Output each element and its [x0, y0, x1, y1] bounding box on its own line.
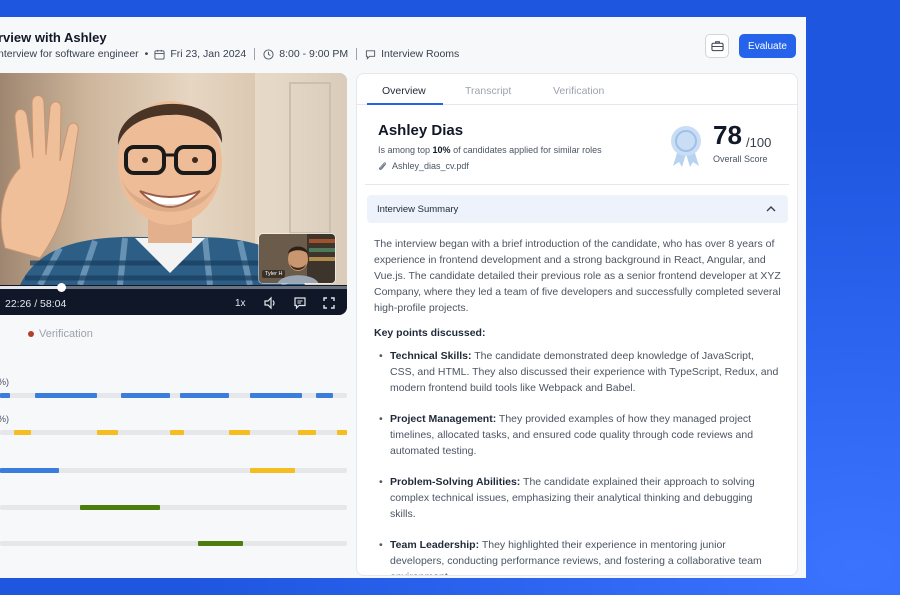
interview-location: Interview Rooms — [381, 48, 460, 60]
bullet: • — [379, 350, 383, 362]
timeline-segment[interactable] — [249, 468, 295, 473]
ranking-suffix: of candidates applied for similar roles — [450, 145, 602, 155]
key-points-title: Key points discussed: — [374, 327, 486, 339]
timeline-row-label: %) — [0, 377, 9, 387]
overall-score-label: Overall Score — [713, 154, 768, 164]
video-progress-bar[interactable] — [0, 283, 347, 292]
key-point-title: Team Leadership: — [390, 539, 480, 551]
video-time: 22:26 / 58:04 — [5, 298, 67, 310]
timeline-track[interactable] — [0, 430, 347, 435]
timeline-segment[interactable] — [97, 430, 118, 435]
self-view-pip[interactable]: Tyler H — [258, 233, 336, 284]
key-point-title: Problem-Solving Abilities: — [390, 476, 521, 488]
overall-score-value: 78 — [713, 120, 742, 150]
chevron-up-icon[interactable] — [764, 202, 778, 216]
timeline-segment[interactable] — [298, 430, 316, 435]
panel-tabs: Overview Transcript Verification — [357, 74, 797, 105]
candidate-name: Ashley Dias — [378, 122, 464, 139]
timeline-segment[interactable] — [197, 541, 243, 546]
meta-separator — [356, 48, 358, 60]
cv-filename: Ashley_dias_cv.pdf — [392, 161, 469, 171]
timeline-track[interactable] — [0, 541, 347, 546]
active-tab-indicator — [367, 103, 443, 105]
timeline-legend-verification: Verification — [28, 328, 93, 340]
legend-label: Verification — [39, 328, 93, 340]
clock-icon — [263, 48, 274, 60]
timeline-track[interactable] — [0, 393, 347, 398]
timeline-segment[interactable] — [249, 393, 302, 398]
playback-speed-button[interactable]: 1x — [235, 298, 246, 309]
key-point-title: Project Management: — [390, 413, 497, 425]
summary-title: Interview Summary — [377, 204, 459, 215]
timeline-segment[interactable] — [79, 505, 160, 510]
details-panel: Overview Transcript Verification Ashley … — [356, 73, 798, 576]
interview-summary-header[interactable]: Interview Summary — [367, 195, 788, 223]
pip-name-label: Tyler H — [262, 270, 286, 278]
candidate-ranking: Is among top 10% of candidates applied f… — [378, 145, 602, 155]
legend-dot — [28, 331, 34, 337]
ranking-percent: 10% — [432, 145, 451, 155]
timeline-segment[interactable] — [336, 430, 347, 435]
timeline-segment[interactable] — [229, 430, 250, 435]
fullscreen-icon[interactable] — [322, 296, 336, 310]
briefcase-button[interactable] — [705, 34, 729, 58]
meta-separator — [254, 48, 256, 60]
video-progress-fill — [0, 286, 62, 289]
tab-overview[interactable]: Overview — [382, 85, 426, 97]
app-window: rview with Ashley nterview for software … — [0, 17, 806, 578]
bullet: • — [379, 539, 383, 551]
interview-meta: nterview for software engineer • Fri 23,… — [0, 48, 459, 60]
overall-score-max: /100 — [746, 135, 772, 150]
chat-bubble-icon — [366, 49, 376, 60]
page-header: rview with Ashley nterview for software … — [0, 17, 806, 73]
meta-dot: • — [144, 48, 149, 60]
bullet: • — [379, 476, 383, 488]
timeline-segment[interactable] — [170, 430, 184, 435]
timeline-segment[interactable] — [0, 468, 59, 473]
key-point-title: Technical Skills: — [390, 350, 472, 362]
timeline-segment[interactable] — [315, 393, 334, 398]
volume-icon[interactable] — [263, 296, 277, 310]
tab-transcript[interactable]: Transcript — [465, 85, 511, 97]
captions-icon[interactable] — [293, 296, 307, 310]
bullet: • — [379, 413, 383, 425]
paperclip-icon — [378, 162, 387, 170]
timeline-segment[interactable] — [13, 430, 32, 435]
candidate-cv-link[interactable]: Ashley_dias_cv.pdf — [378, 161, 469, 171]
timeline-segment[interactable] — [0, 393, 11, 398]
timeline-segment[interactable] — [34, 393, 98, 398]
ranking-prefix: Is among top — [378, 145, 433, 155]
calendar-icon — [154, 49, 165, 60]
tab-verification[interactable]: Verification — [553, 85, 604, 97]
briefcase-icon — [710, 41, 724, 52]
evaluate-button[interactable]: Evaluate — [739, 34, 796, 58]
interview-time: 8:00 - 9:00 PM — [279, 48, 349, 60]
interview-date: Fri 23, Jan 2024 — [170, 48, 247, 60]
timeline-segment[interactable] — [180, 393, 230, 398]
page-title: rview with Ashley — [0, 30, 107, 45]
summary-intro: The interview began with a brief introdu… — [374, 238, 781, 314]
timeline-row-label: %) — [0, 414, 9, 424]
timeline-segment[interactable] — [121, 393, 171, 398]
section-divider — [365, 184, 789, 185]
timeline-track[interactable] — [0, 468, 347, 473]
timeline-track[interactable] — [0, 505, 347, 510]
video-player[interactable]: Tyler H 22:26 / 58:04 1x — [0, 73, 347, 315]
award-ribbon-icon — [671, 126, 701, 167]
interview-role: nterview for software engineer — [0, 48, 139, 60]
